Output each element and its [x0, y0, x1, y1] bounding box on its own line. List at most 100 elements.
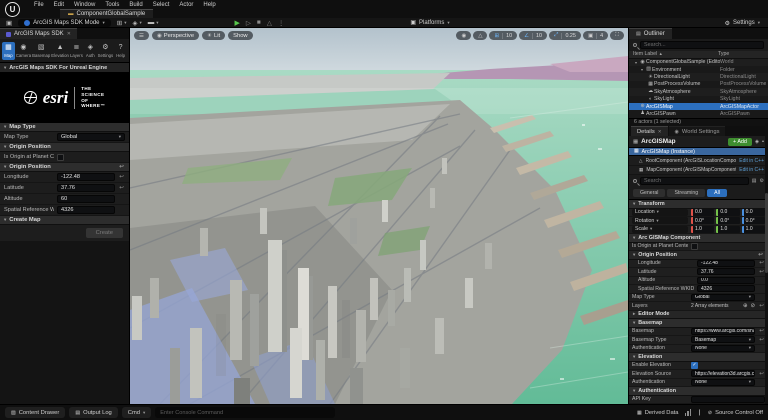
- source-control-button[interactable]: ⊘ Source Control Off: [708, 410, 763, 416]
- settings-dropdown[interactable]: ⚙ Settings ▾: [725, 18, 760, 28]
- section-create-map[interactable]: ▾ Create Map: [0, 216, 129, 225]
- altitude-input[interactable]: 60: [57, 195, 115, 203]
- save-button[interactable]: ▣: [6, 19, 12, 27]
- level-tab[interactable]: ▬ ComponentGlobalSample: [60, 9, 153, 18]
- tool-basemap[interactable]: ▧ Basemap: [32, 42, 50, 60]
- tool-help[interactable]: ? Help: [114, 42, 127, 60]
- console-command-input[interactable]: [155, 407, 335, 418]
- location-z[interactable]: 0.0: [742, 209, 765, 216]
- play-options-button[interactable]: ⋮: [278, 19, 285, 27]
- reset-icon[interactable]: ↩: [758, 303, 765, 309]
- editor-mode-dropdown[interactable]: ArcGIS Maps SDK Mode ▾: [18, 19, 111, 27]
- network-bars-icon[interactable]: [685, 409, 692, 416]
- clear-layers-icon[interactable]: ⊘: [750, 303, 755, 309]
- wkid-input[interactable]: 4326: [697, 285, 755, 292]
- enable-elevation-checkbox[interactable]: ✓: [691, 362, 698, 369]
- outliner-row-directionallight[interactable]: ☀ DirectionalLight DirectionalLight: [629, 73, 768, 80]
- reset-icon[interactable]: ↩: [118, 185, 125, 191]
- outliner-row-arcgismap[interactable]: ⊕ ArcGISMap ArcGISMapActor: [629, 103, 768, 110]
- section-elevation[interactable]: ▾ Elevation: [629, 353, 768, 362]
- scale-x[interactable]: 1.0: [691, 226, 714, 233]
- auth-select[interactable]: None ▾: [691, 345, 755, 352]
- details-origin-header[interactable]: ▾ Origin Position ↩: [629, 251, 768, 260]
- grid-snap-control[interactable]: ⊞ 10: [489, 31, 517, 40]
- section-origin-toggle[interactable]: ▾ Origin Position: [0, 143, 129, 152]
- outliner-row-skyatmosphere[interactable]: ☁ SkyAtmosphere SkyAtmosphere: [629, 88, 768, 95]
- planet-center-checkbox[interactable]: [691, 243, 698, 250]
- tool-layers[interactable]: ≣ Layers: [70, 42, 83, 60]
- planet-center-checkbox[interactable]: [57, 154, 64, 161]
- outliner-row-postprocess[interactable]: ▦ PostProcessVolume PostProcessVolume: [629, 81, 768, 88]
- reset-icon[interactable]: ↩: [118, 164, 125, 170]
- section-origin-position[interactable]: ▾ Origin Position ↩: [0, 163, 129, 172]
- map-type-select[interactable]: Global ▾: [691, 294, 755, 301]
- outliner-search-input[interactable]: [640, 41, 764, 49]
- camera-speed-control[interactable]: ▣ 4: [583, 31, 608, 40]
- reset-icon[interactable]: ↩: [118, 174, 125, 180]
- blueprints-dropdown[interactable]: ◈ ▾: [133, 19, 142, 27]
- tool-auth[interactable]: ◈ Auth: [84, 42, 97, 60]
- perspective-dropdown[interactable]: ◉ Perspective: [152, 31, 199, 40]
- scale-z[interactable]: 1.0: [742, 226, 765, 233]
- wkid-input[interactable]: 4326: [57, 206, 115, 214]
- reset-icon[interactable]: ↩: [758, 371, 765, 377]
- platforms-dropdown[interactable]: ▣ Platforms ▾: [410, 19, 449, 26]
- show-dropdown[interactable]: Show: [228, 31, 253, 40]
- filter-streaming[interactable]: Streaming: [667, 189, 705, 197]
- surface-snap-button[interactable]: △: [473, 31, 487, 40]
- rotation-x[interactable]: 0.0°: [691, 217, 714, 224]
- location-dropdown[interactable]: Location ▾: [632, 209, 688, 216]
- content-drawer-button[interactable]: ▨ Content Drawer: [5, 407, 65, 418]
- tool-map[interactable]: ▦ Map: [2, 42, 15, 60]
- column-type[interactable]: Type: [718, 51, 764, 57]
- create-button[interactable]: Create: [86, 228, 123, 238]
- transform-space-button[interactable]: ◉: [456, 31, 471, 40]
- altitude-input[interactable]: 0.0: [697, 277, 755, 284]
- longitude-input[interactable]: -122.48: [697, 260, 755, 267]
- menu-file[interactable]: File: [30, 2, 48, 8]
- gear-icon[interactable]: ⚙: [760, 178, 764, 184]
- reset-icon[interactable]: ↩: [758, 337, 765, 343]
- reset-icon[interactable]: ↩: [758, 260, 765, 266]
- location-x[interactable]: 0.0: [691, 209, 714, 216]
- menu-tools[interactable]: Tools: [101, 2, 123, 8]
- api-key-input[interactable]: [691, 396, 765, 403]
- scale-dropdown[interactable]: Scale ▾: [632, 226, 688, 233]
- map-type-select[interactable]: Global ▾: [57, 133, 125, 141]
- location-y[interactable]: 0.0: [716, 209, 739, 216]
- rotation-y[interactable]: 0.0°: [716, 217, 739, 224]
- longitude-input[interactable]: -122.48: [57, 173, 115, 181]
- menu-help[interactable]: Help: [199, 2, 219, 8]
- arcgis-panel-tab[interactable]: ArcGIS Maps SDK ✕: [0, 28, 77, 39]
- blueprint-icon[interactable]: ◈: [755, 139, 759, 145]
- lit-dropdown[interactable]: ☀ Lit: [202, 31, 225, 40]
- basemap-url-input[interactable]: https://www.arcgis.com/sharing/rest/c: [691, 328, 755, 335]
- rotation-snap-control[interactable]: ∠ 10: [519, 31, 547, 40]
- output-log-button[interactable]: ▤ Output Log: [69, 407, 117, 418]
- maximize-viewport-button[interactable]: ⛶: [610, 31, 624, 40]
- skip-button[interactable]: ▷: [246, 19, 251, 27]
- viewport-3d-scene[interactable]: ☰ ◉ Perspective ☀ Lit Show ◉: [130, 28, 628, 404]
- latitude-input[interactable]: 37.76: [57, 184, 115, 192]
- tool-settings[interactable]: ⚙ Settings: [98, 42, 114, 60]
- reset-icon[interactable]: ↩: [757, 252, 764, 258]
- section-basemap[interactable]: ▾ Basemap: [629, 319, 768, 328]
- play-button[interactable]: ▶: [235, 19, 240, 27]
- display-options-icon[interactable]: ▤: [752, 178, 757, 184]
- scale-snap-control[interactable]: ⤢ 0.25: [549, 31, 581, 40]
- root-component-row[interactable]: △ RootComponent (ArcGISLocationComponent…: [629, 156, 768, 165]
- filter-all[interactable]: All: [707, 189, 727, 197]
- lock-icon[interactable]: ▪: [762, 139, 764, 145]
- section-arcgismap-component[interactable]: ▾ Arc GISMap Component: [629, 234, 768, 243]
- details-search-input[interactable]: [640, 177, 749, 185]
- scale-y[interactable]: 1.0: [716, 226, 739, 233]
- add-layer-icon[interactable]: ⊕: [743, 303, 748, 309]
- outliner-row-skylight[interactable]: ◐ SkyLight SkyLight: [629, 96, 768, 103]
- add-actor-dropdown[interactable]: ⊞ ▾: [117, 19, 127, 27]
- latitude-input[interactable]: 37.76: [697, 268, 755, 275]
- outliner-row-world[interactable]: ▾ ◉ ComponentGlobalSample (Editor) World: [629, 59, 768, 66]
- menu-window[interactable]: Window: [70, 2, 99, 8]
- rotation-z[interactable]: 0.0°: [742, 217, 765, 224]
- tool-camera[interactable]: ◉ Camera: [16, 42, 31, 60]
- cinematics-dropdown[interactable]: ▬ ▾: [148, 19, 159, 26]
